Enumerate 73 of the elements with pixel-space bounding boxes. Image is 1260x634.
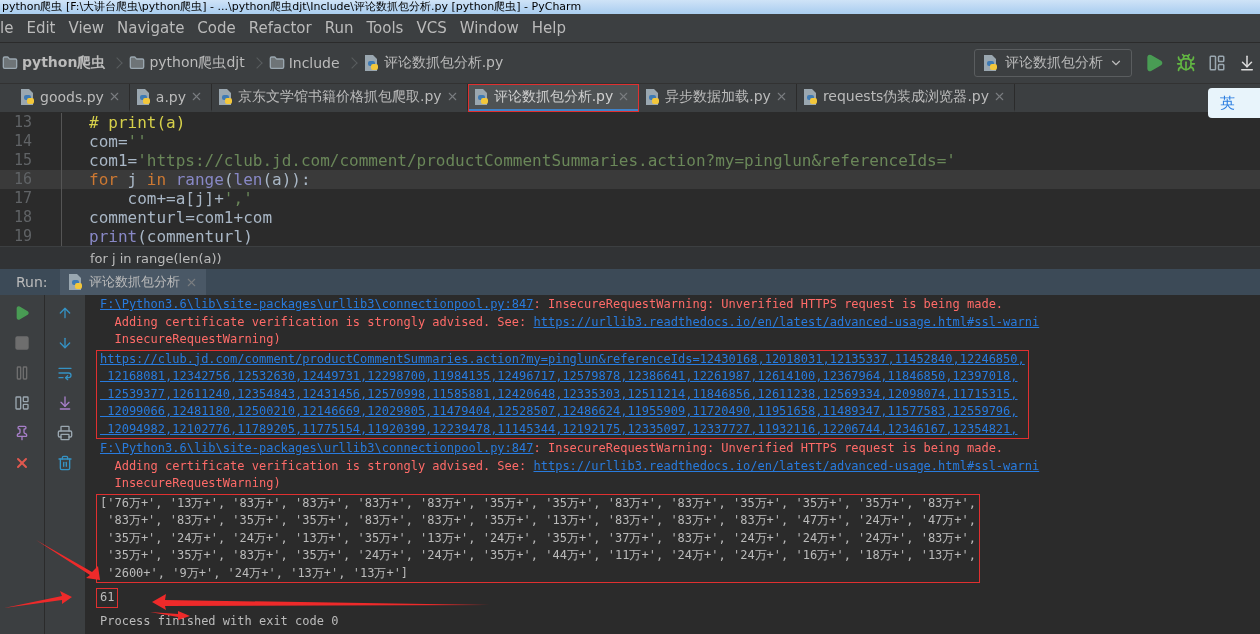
console-line: 12094982,12102776,11789205,11775154,11920399,12239478,11145344,12192175,12335097,12337727,11932116,12206744,12346167,12354821, [106,420,1019,438]
code-line: print(commenturl) [88,227,253,246]
file-icon [645,87,662,106]
code-line: com+=a[j]+',' [126,189,253,208]
menu-item[interactable]: Navigate [117,19,185,37]
pause-icon[interactable] [14,365,30,381]
file-icon [20,87,36,106]
menu-item[interactable]: Tools [366,19,404,37]
console-line: Adding certificate verification is strongly advised. See: https://urllib3.readthedocs.io/en/latest/advanced-usage.html#ssl-warni [113,313,1040,331]
file-icon [473,87,490,106]
console-line: 12168081,12342756,12532630,12449731,12298700,11984135,12496717,12579878,12386641,12261987,12614100,12367964,11846850,12397018, [106,368,1019,385]
print-icon[interactable] [57,425,73,441]
run-tab[interactable]: 评论数抓包分析 [59,269,206,295]
menu-item[interactable]: Code [197,19,236,37]
menu-item[interactable]: Help [531,19,567,37]
console-line: F:\Python3.6\lib\site-packages\urllib3\connectionpool.py:847: InsecureRequestWarning: Unverified HTTPS request is being made. [100,296,1005,313]
console-line: '35万+', '24万+', '24万+', '13万+', '35万+', '13万+', '24万+', '35万+', '37万+', '83万+', '24万+', '24万+', '24万+', '83万+', [106,529,976,547]
window-title: python爬虫 [F:\大讲台爬虫\python爬虫] - ...\python爬虫djt\Include\评论数抓包分析.py [python爬虫] - PyCharm [2,0,582,14]
input-method-indicator[interactable]: 英 [1208,88,1260,118]
trash-icon[interactable] [57,455,73,471]
console-line: 61 [100,589,115,606]
menu-item[interactable]: View [68,19,105,37]
menu-item[interactable]: Edit [26,19,56,37]
console-line: Adding certificate verification is strongly advised. See: https://urllib3.readthedocs.io/en/latest/advanced-usage.html#ssl-warni [113,457,1040,475]
breadcrumb-item[interactable]: Include [268,55,340,71]
folder-icon [268,55,285,71]
console-line: https://club.jd.com/comment/productCommentSummaries.action?my=pinglun&referenceIds=12430168,12018031,12135337,11452840,12246850, [100,350,1025,368]
folder-icon [2,55,18,71]
up-arrow-icon[interactable] [57,305,73,321]
console-line: ['76万+', '13万+', '83万+', '83万+', '83万+', '83万+', '35万+', '35万+', '83万+', '83万+', '35万+', '35万+', '35万+', '83万+', [100,494,976,512]
breadcrumb-item[interactable]: 评论数抓包分析.py [363,54,504,72]
scroll-to-end-icon[interactable] [57,395,73,411]
run-configuration-dropdown[interactable]: 评论数抓包分析 [974,49,1132,77]
file-icon [983,54,999,72]
breadcrumb-item[interactable]: python爬虫djt [129,54,245,72]
editor-tab[interactable]: 评论数抓包分析.py [467,84,640,112]
code-line: com1='https://club.jd.com/comment/productCommentSummaries.action?my=pinglun&referenceIds=' [88,151,956,170]
debug-icon[interactable] [1176,53,1196,73]
code-line: # print(a) [88,113,186,132]
code-line: commenturl=com1+com [88,208,273,227]
console-line: InsecureRequestWarning) [113,331,282,348]
run-icon[interactable] [1144,53,1164,73]
rerun-icon[interactable] [14,305,30,321]
console-line: 12539377,12611240,12354843,12431456,12570998,11585881,12420648,12335303,12511214,11846856,12611238,12569334,12098074,11715315, [106,385,1019,403]
folder-icon [129,55,146,71]
breadcrumb-item[interactable]: python爬虫 [2,54,106,72]
console-line: InsecureRequestWarning) [113,475,282,492]
file-icon [218,87,235,106]
run-panel-title: Run: [15,274,49,290]
menu-item[interactable]: le [0,19,14,37]
close-icon[interactable] [14,455,30,471]
stop-icon[interactable] [14,335,30,351]
layout-icon[interactable] [14,395,30,411]
console-line: F:\Python3.6\lib\site-packages\urllib3\connectionpool.py:847: InsecureRequestWarning: Unverified HTTPS request is being made. [100,440,1005,457]
console-line: '83万+', '83万+', '35万+', '35万+', '83万+', '83万+', '35万+', '13万+', '83万+', '83万+', '83万+', '47万+', '24万+', '47万+', [106,512,976,529]
pin-icon[interactable] [14,425,30,441]
menu-item[interactable]: Run [324,19,354,37]
console-line: '2600+', '9万+', '24万+', '13万+', '13万+'] [106,564,410,582]
menu-item[interactable]: VCS [416,19,447,37]
code-line: com='' [88,132,147,151]
soft-wrap-icon[interactable] [57,365,73,381]
console-line: 12099066,12481180,12500210,12146669,12029805,11479404,12528507,12486624,11955909,11720490,11951658,11489347,11577583,12559796, [106,403,1019,420]
menu-item[interactable]: Refactor [248,19,312,37]
console-line: Process finished with exit code 0 [100,612,339,630]
code-line: for j in range(len(a)): [88,170,311,189]
down-arrow-icon[interactable] [57,335,73,351]
console-line: '35万+', '35万+', '83万+', '35万+', '24万+', '24万+', '35万+', '44万+', '11万+', '24万+', '24万+', '16万+', '18万+', '13万+', [106,547,976,564]
file-icon [802,87,819,106]
code-breadcrumb: for j in range(len(a)) [90,250,222,266]
file-icon [135,87,152,106]
file-icon [363,54,380,72]
file-icon [67,273,84,291]
menu-item[interactable]: Window [459,19,519,37]
